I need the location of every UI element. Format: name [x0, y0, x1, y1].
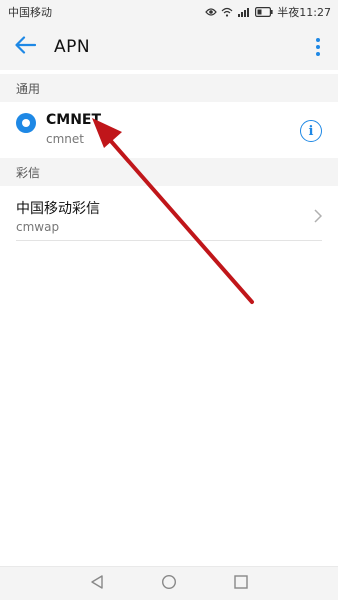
radio-selected-icon[interactable]	[16, 113, 36, 133]
navigation-bar	[0, 566, 338, 600]
page-title: APN	[54, 37, 91, 57]
home-nav-icon[interactable]	[161, 574, 177, 594]
eye-comfort-icon	[205, 7, 218, 17]
apn-item-mms[interactable]: 中国移动彩信 cmwap	[0, 186, 338, 242]
wifi-icon	[221, 7, 233, 17]
section-header-general: 通用	[0, 74, 338, 102]
more-options-button[interactable]	[308, 34, 328, 60]
app-bar: APN	[0, 24, 338, 70]
apn-subtitle: cmnet	[46, 132, 84, 146]
back-nav-icon[interactable]	[89, 574, 105, 594]
info-icon[interactable]: i	[300, 120, 322, 142]
apn-name: CMNET	[46, 112, 102, 128]
carrier-label: 中国移动	[8, 6, 52, 19]
back-button[interactable]	[2, 24, 48, 70]
status-icons: 半夜11:27	[205, 4, 331, 20]
section-header-mms: 彩信	[0, 158, 338, 186]
signal-icon	[237, 7, 251, 17]
chevron-right-icon	[314, 208, 323, 227]
apn-name: 中国移动彩信	[16, 201, 100, 217]
apn-subtitle: cmwap	[16, 220, 60, 234]
arrow-left-icon	[14, 36, 37, 58]
apn-item-cmnet[interactable]: CMNET cmnet i	[0, 102, 338, 158]
status-bar: 中国移动 半夜11:27	[0, 0, 338, 24]
time-label: 半夜11:27	[277, 6, 331, 19]
more-vert-icon	[316, 38, 320, 42]
battery-icon	[255, 7, 273, 17]
recents-nav-icon[interactable]	[233, 574, 249, 594]
divider	[16, 240, 322, 241]
